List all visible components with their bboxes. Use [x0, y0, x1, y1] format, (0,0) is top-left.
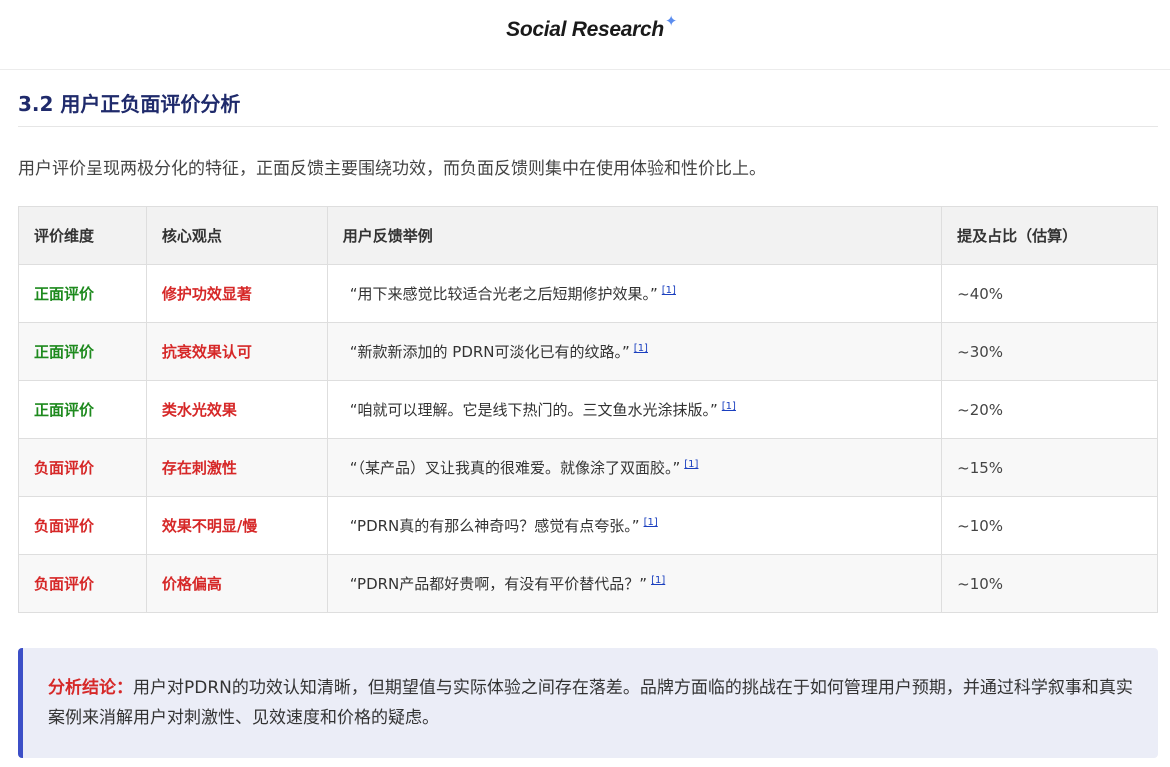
feedback-quote: “PDRN产品都好贵啊，有没有平价替代品？” — [349, 575, 648, 593]
feedback-quote: “咱就可以理解。它是线下热门的。三文鱼水光涂抹版。” — [349, 401, 718, 419]
feedback-cell: “用下来感觉比较适合光老之后短期修护效果。” [1] — [326, 264, 943, 323]
column-header-mention-share: 提及占比（估算） — [941, 206, 1158, 265]
table-row: 正面评价 类水光效果 “咱就可以理解。它是线下热门的。三文鱼水光涂抹版。” [1]… — [18, 380, 1158, 439]
column-header-core-view: 核心观点 — [145, 206, 328, 265]
feedback-cell: “新款新添加的 PDRN可淡化已有的纹路。” [1] — [326, 322, 943, 381]
section-title: 3.2 用户正负面评价分析 — [18, 92, 241, 116]
dimension-cell: 负面评价 — [18, 554, 147, 613]
feedback-quote: “（某产品）叉让我真的很难爱。就像涂了双面胶。” — [349, 459, 681, 477]
table-row: 正面评价 修护功效显著 “用下来感觉比较适合光老之后短期修护效果。” [1] ~4… — [18, 264, 1158, 323]
table-row: 负面评价 价格偏高 “PDRN产品都好贵啊，有没有平价替代品？” [1] ~10% — [18, 554, 1158, 613]
citation-link[interactable]: [1] — [684, 459, 698, 470]
intro-text: 用户评价呈现两极分化的特征，正面反馈主要围绕功效，而负面反馈则集中在使用体验和性… — [18, 159, 766, 179]
share-cell: ~30% — [941, 322, 1158, 381]
table-header-row: 评价维度 核心观点 用户反馈举例 提及占比（估算） — [18, 206, 1158, 265]
share-cell: ~40% — [941, 264, 1158, 323]
dimension-cell: 正面评价 — [18, 380, 147, 439]
conclusion-label: 分析结论： — [48, 678, 133, 698]
core-view-cell: 效果不明显/慢 — [145, 496, 328, 555]
feedback-quote: “用下来感觉比较适合光老之后短期修护效果。” — [349, 285, 658, 303]
feedback-cell: “咱就可以理解。它是线下热门的。三文鱼水光涂抹版。” [1] — [326, 380, 943, 439]
dimension-cell: 正面评价 — [18, 264, 147, 323]
table-row: 正面评价 抗衰效果认可 “新款新添加的 PDRN可淡化已有的纹路。” [1] ~3… — [18, 322, 1158, 381]
share-cell: ~15% — [941, 438, 1158, 497]
section-divider — [18, 126, 1158, 127]
feedback-quote: “PDRN真的有那么神奇吗？感觉有点夸张。” — [349, 517, 640, 535]
feedback-quote: “新款新添加的 PDRN可淡化已有的纹路。” — [349, 343, 630, 361]
evaluation-table: 评价维度 核心观点 用户反馈举例 提及占比（估算） 正面评价 修护功效显著 “用… — [18, 206, 1158, 613]
feedback-cell: “PDRN真的有那么神奇吗？感觉有点夸张。” [1] — [326, 496, 943, 555]
conclusion-text: 用户对PDRN的功效认知清晰，但期望值与实际体验之间存在落差。品牌方面临的挑战在… — [48, 678, 1133, 728]
top-header: Social Research ✦ — [0, 0, 1170, 70]
conclusion-callout: 分析结论：用户对PDRN的功效认知清晰，但期望值与实际体验之间存在落差。品牌方面… — [18, 648, 1158, 758]
sparkle-icon: ✦ — [664, 12, 678, 30]
citation-link[interactable]: [1] — [651, 575, 665, 586]
core-view-cell: 价格偏高 — [145, 554, 328, 613]
dimension-cell: 正面评价 — [18, 322, 147, 381]
dimension-cell: 负面评价 — [18, 496, 147, 555]
citation-link[interactable]: [1] — [644, 517, 658, 528]
brand-logo[interactable]: Social Research ✦ — [0, 12, 1170, 42]
column-header-dimension: 评价维度 — [18, 206, 147, 265]
feedback-cell: “PDRN产品都好贵啊，有没有平价替代品？” [1] — [326, 554, 943, 613]
share-cell: ~10% — [941, 554, 1158, 613]
core-view-cell: 类水光效果 — [145, 380, 328, 439]
table-row: 负面评价 存在刺激性 “（某产品）叉让我真的很难爱。就像涂了双面胶。” [1] ~… — [18, 438, 1158, 497]
dimension-cell: 负面评价 — [18, 438, 147, 497]
citation-link[interactable]: [1] — [722, 401, 736, 412]
table-row: 负面评价 效果不明显/慢 “PDRN真的有那么神奇吗？感觉有点夸张。” [1] ~… — [18, 496, 1158, 555]
core-view-cell: 抗衰效果认可 — [145, 322, 328, 381]
share-cell: ~20% — [941, 380, 1158, 439]
share-cell: ~10% — [941, 496, 1158, 555]
feedback-cell: “（某产品）叉让我真的很难爱。就像涂了双面胶。” [1] — [326, 438, 943, 497]
column-header-feedback-example: 用户反馈举例 — [326, 206, 943, 265]
core-view-cell: 修护功效显著 — [145, 264, 328, 323]
citation-link[interactable]: [1] — [634, 343, 648, 354]
brand-name: Social Research — [506, 18, 664, 41]
citation-link[interactable]: [1] — [662, 285, 676, 296]
core-view-cell: 存在刺激性 — [145, 438, 328, 497]
